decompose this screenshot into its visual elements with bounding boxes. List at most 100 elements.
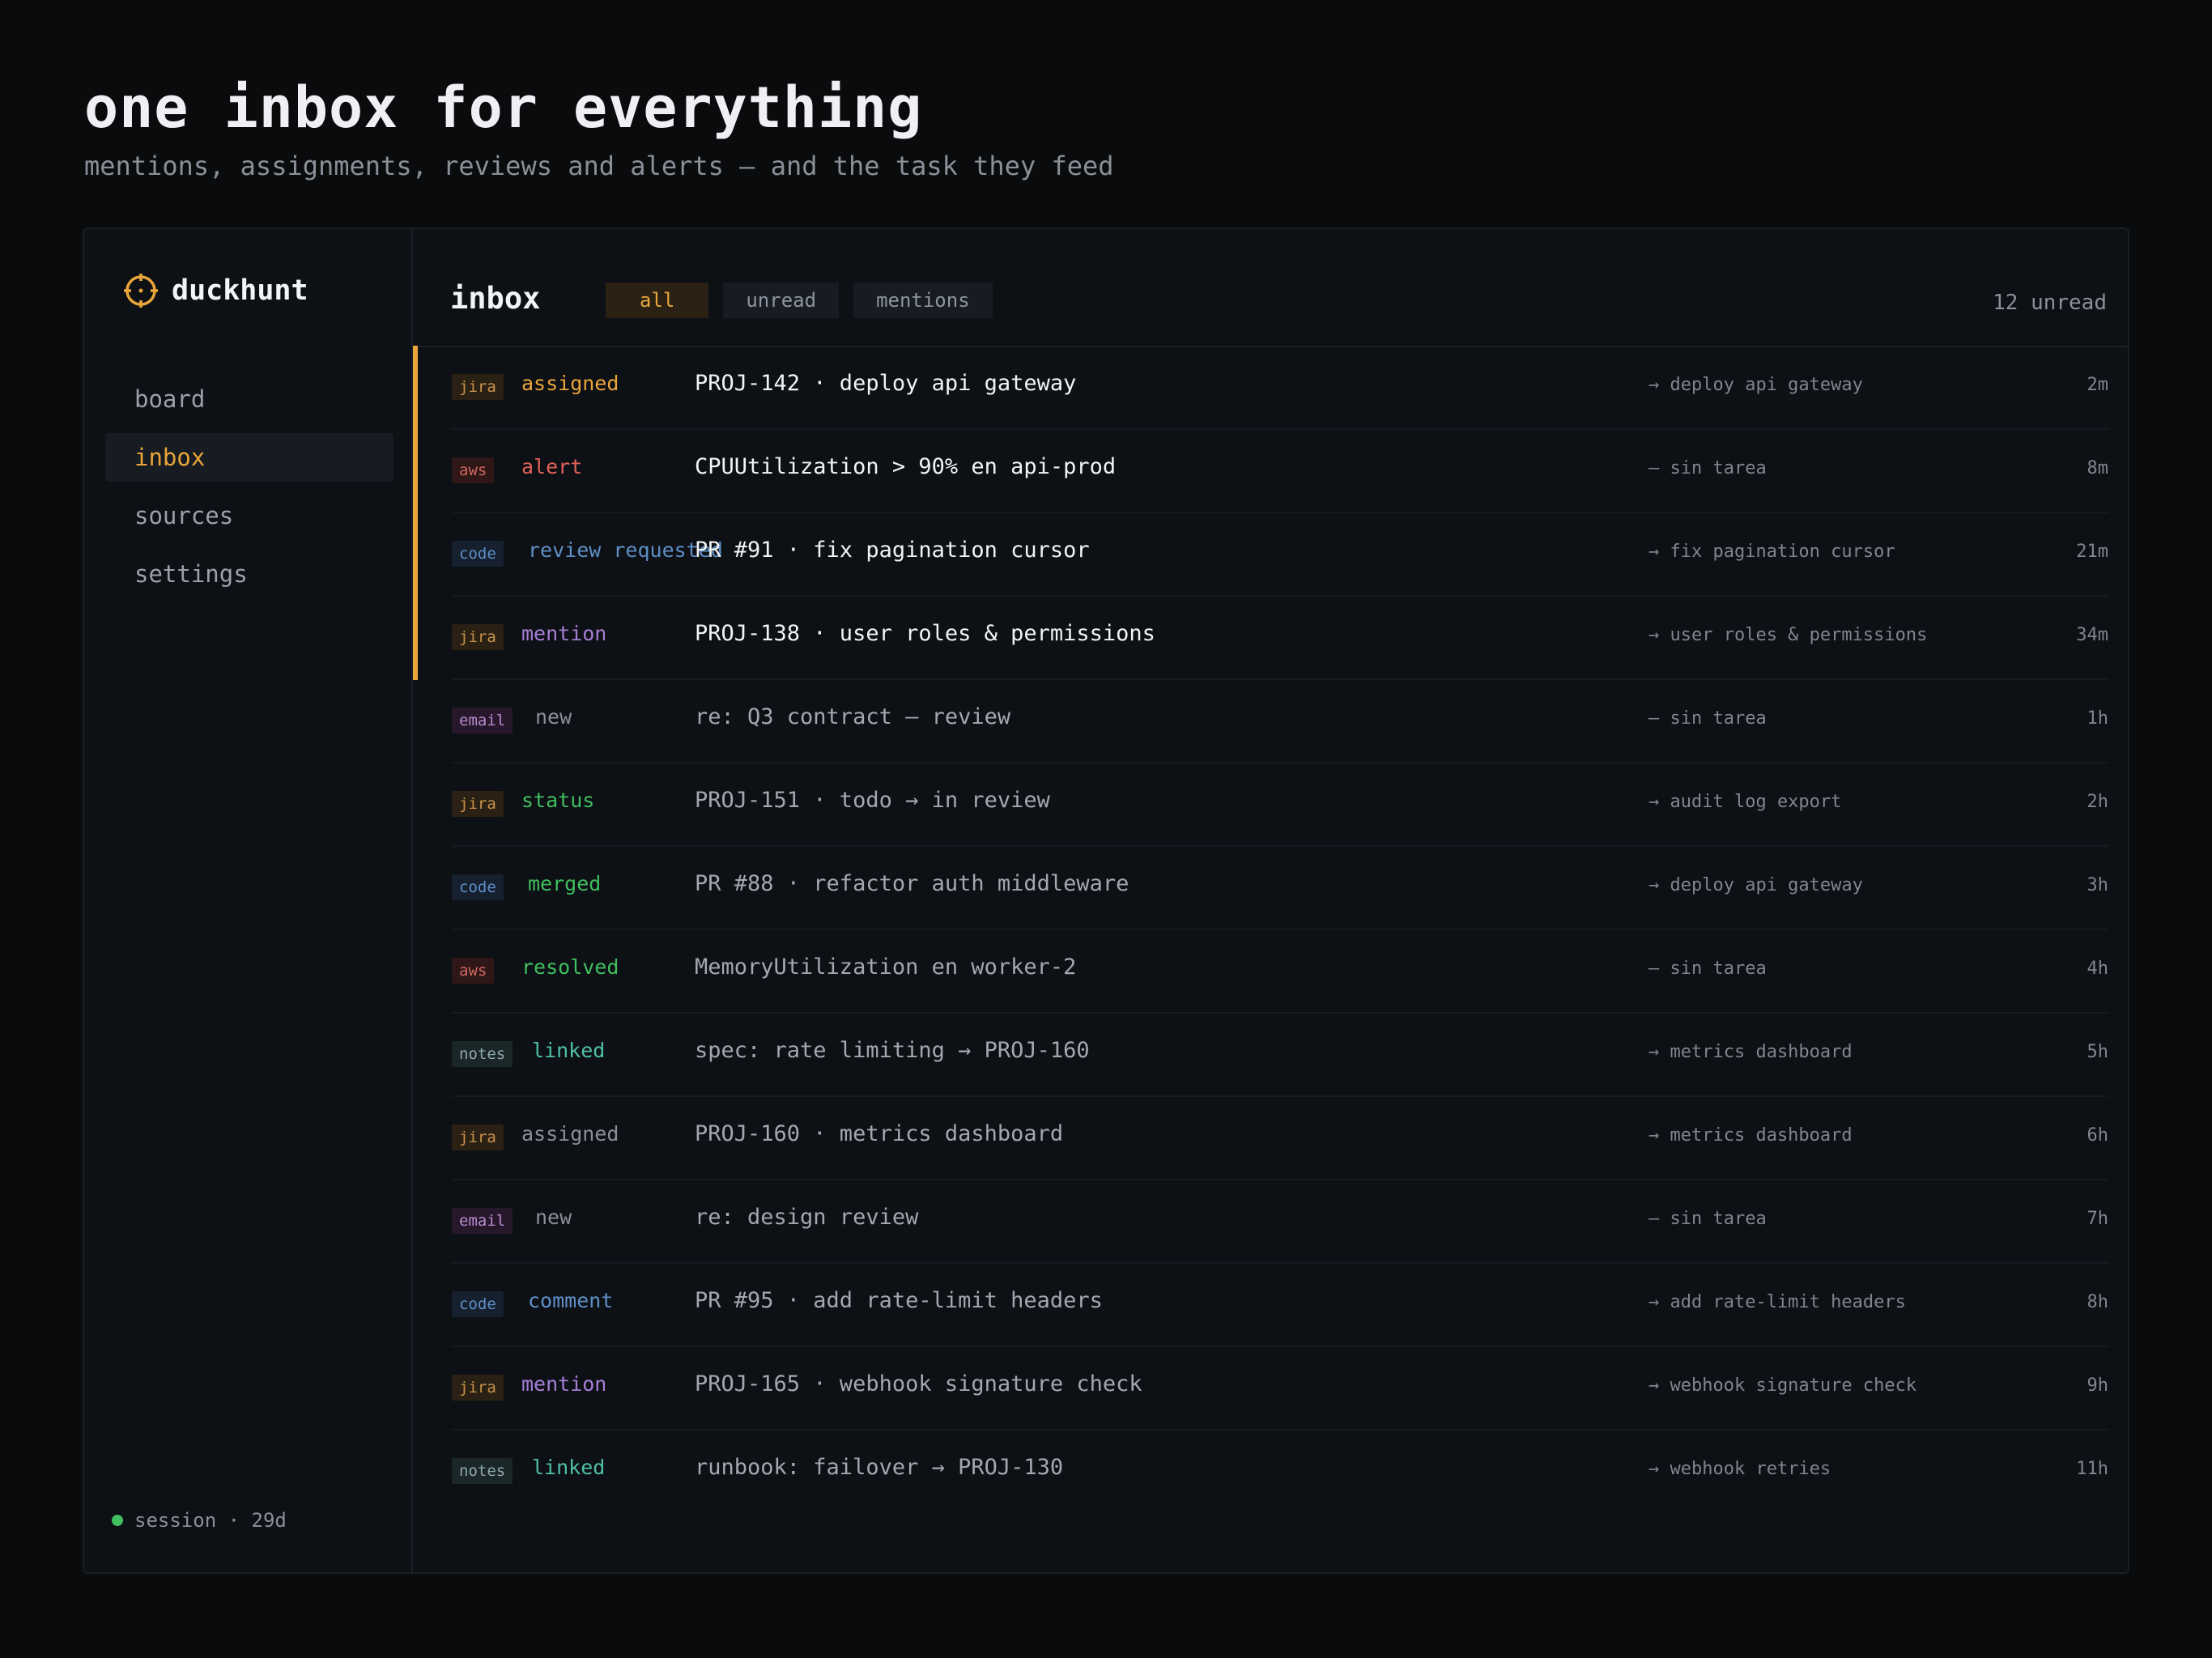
source-badge: jira (452, 791, 504, 817)
list-item[interactable]: jira mention PROJ-138 · user roles & per… (413, 596, 2108, 680)
timestamp: 5h (2087, 1042, 2109, 1062)
list-item[interactable]: notes linked runbook: failover → PROJ-13… (452, 1431, 2108, 1512)
source-badge: notes (452, 1041, 513, 1067)
list-item[interactable]: aws alert CPUUtilization > 90% en api-pr… (413, 429, 2109, 513)
timestamp: 9h (2087, 1375, 2109, 1396)
item-title: runbook: failover → PROJ-130 (695, 1455, 1064, 1480)
list-item[interactable]: code merged PR #88 · refactor auth middl… (452, 847, 2108, 930)
event-kind: new (535, 705, 572, 729)
list-item[interactable]: jira assigned PROJ-160 · metrics dashboa… (452, 1097, 2108, 1180)
list-item[interactable]: code comment PR #95 · add rate-limit hea… (452, 1264, 2108, 1347)
timestamp: 21m (2076, 542, 2108, 562)
linked-task[interactable]: → deploy api gateway (1648, 875, 1863, 895)
item-title: CPUUtilization > 90% en api-prod (695, 454, 1117, 479)
item-title: re: design review (695, 1205, 919, 1230)
linked-task[interactable]: → audit log export (1648, 792, 1841, 812)
item-title: PROJ-165 · webhook signature check (695, 1371, 1142, 1397)
source-badge: jira (452, 374, 504, 400)
linked-task[interactable]: — sin tarea (1648, 959, 1767, 979)
source-badge: notes (452, 1458, 513, 1484)
item-title: PROJ-142 · deploy api gateway (695, 371, 1077, 396)
linked-task[interactable]: — sin tarea (1648, 1209, 1767, 1229)
item-title: PROJ-151 · todo → in review (695, 788, 1050, 813)
app-window: duckhunt board inbox sources settings se… (83, 227, 2129, 1574)
linked-task[interactable]: → webhook signature check (1648, 1375, 1916, 1396)
timestamp: 8m (2087, 458, 2109, 478)
linked-task[interactable]: — sin tarea (1648, 708, 1767, 729)
sidebar-item-settings[interactable]: settings (105, 550, 393, 598)
timestamp: 3h (2087, 875, 2109, 895)
session-label: session · 29d (134, 1509, 287, 1532)
event-kind: status (521, 789, 595, 812)
item-title: re: Q3 contract — review (695, 704, 1011, 729)
item-title: PR #95 · add rate-limit headers (695, 1288, 1103, 1313)
linked-task[interactable]: — sin tarea (1648, 458, 1767, 478)
event-kind: alert (521, 455, 583, 478)
filter-tabs: all unread mentions (606, 283, 1007, 318)
source-badge: jira (452, 1375, 504, 1401)
source-badge: code (452, 874, 504, 900)
list-item[interactable]: jira status PROJ-151 · todo → in review … (452, 763, 2108, 847)
list-item[interactable]: aws resolved MemoryUtilization en worker… (452, 930, 2108, 1014)
event-kind: new (535, 1205, 572, 1229)
list-item[interactable]: code review requested PR #91 · fix pagin… (413, 512, 2108, 597)
timestamp: 11h (2076, 1459, 2108, 1479)
unread-count: 12 unread (1993, 291, 2107, 315)
event-kind: linked (532, 1456, 606, 1479)
sidebar: duckhunt board inbox sources settings se… (84, 229, 413, 1572)
page-subtitle: mentions, assignments, reviews and alert… (84, 151, 1114, 181)
timestamp: 4h (2087, 959, 2109, 979)
brand-name: duckhunt (172, 274, 308, 307)
event-kind: assigned (521, 1122, 619, 1146)
event-kind: resolved (521, 955, 619, 979)
event-kind: mention (521, 622, 607, 645)
crosshair-icon (124, 274, 158, 308)
event-kind: mention (521, 1372, 607, 1396)
sidebar-item-inbox[interactable]: inbox (105, 433, 393, 482)
tab-all[interactable]: all (606, 283, 709, 318)
timestamp: 8h (2087, 1292, 2109, 1312)
inbox-list: jira assigned PROJ-142 · deploy api gate… (413, 346, 2128, 1512)
sidebar-item-sources[interactable]: sources (105, 491, 393, 540)
item-title: PR #88 · refactor auth middleware (695, 871, 1129, 896)
linked-task[interactable]: → deploy api gateway (1648, 375, 1863, 395)
timestamp: 34m (2076, 625, 2108, 645)
source-badge: jira (452, 624, 504, 650)
event-kind: comment (528, 1289, 614, 1312)
tab-unread[interactable]: unread (723, 283, 840, 318)
list-item[interactable]: email new re: design review — sin tarea … (452, 1180, 2108, 1264)
session-status: session · 29d (112, 1509, 287, 1532)
linked-task[interactable]: → add rate-limit headers (1648, 1292, 1906, 1312)
item-title: PROJ-138 · user roles & permissions (695, 621, 1155, 646)
brand[interactable]: duckhunt (123, 273, 308, 308)
sidebar-nav: board inbox sources settings (105, 375, 393, 608)
sidebar-item-board[interactable]: board (105, 375, 393, 423)
source-badge: code (452, 541, 504, 567)
list-item[interactable]: jira assigned PROJ-142 · deploy api gate… (413, 346, 2109, 430)
linked-task[interactable]: → user roles & permissions (1648, 625, 1927, 645)
event-kind: linked (532, 1039, 606, 1062)
timestamp: 1h (2087, 708, 2109, 729)
source-badge: code (452, 1291, 504, 1317)
timestamp: 6h (2087, 1125, 2109, 1146)
source-badge: jira (452, 1124, 504, 1150)
item-title: PROJ-160 · metrics dashboard (695, 1121, 1064, 1146)
timestamp: 2m (2087, 375, 2109, 395)
list-item[interactable]: email new re: Q3 contract — review — sin… (452, 680, 2108, 763)
item-title: PR #91 · fix pagination cursor (695, 538, 1090, 563)
page-title: one inbox for everything (84, 74, 923, 141)
inbox-header: inbox all unread mentions 12 unread (413, 229, 2128, 347)
event-kind: merged (528, 872, 602, 895)
linked-task[interactable]: → metrics dashboard (1648, 1042, 1853, 1062)
event-kind: assigned (521, 372, 619, 395)
list-item[interactable]: notes linked spec: rate limiting → PROJ-… (452, 1014, 2108, 1097)
inbox-panel: inbox all unread mentions 12 unread jira… (413, 229, 2128, 1572)
source-badge: aws (452, 958, 495, 984)
event-kind: review requested (528, 538, 723, 562)
list-item[interactable]: jira mention PROJ-165 · webhook signatur… (452, 1347, 2108, 1431)
linked-task[interactable]: → fix pagination cursor (1648, 542, 1895, 562)
item-title: spec: rate limiting → PROJ-160 (695, 1038, 1090, 1063)
linked-task[interactable]: → metrics dashboard (1648, 1125, 1853, 1146)
tab-mentions[interactable]: mentions (853, 283, 993, 318)
linked-task[interactable]: → webhook retries (1648, 1459, 1831, 1479)
